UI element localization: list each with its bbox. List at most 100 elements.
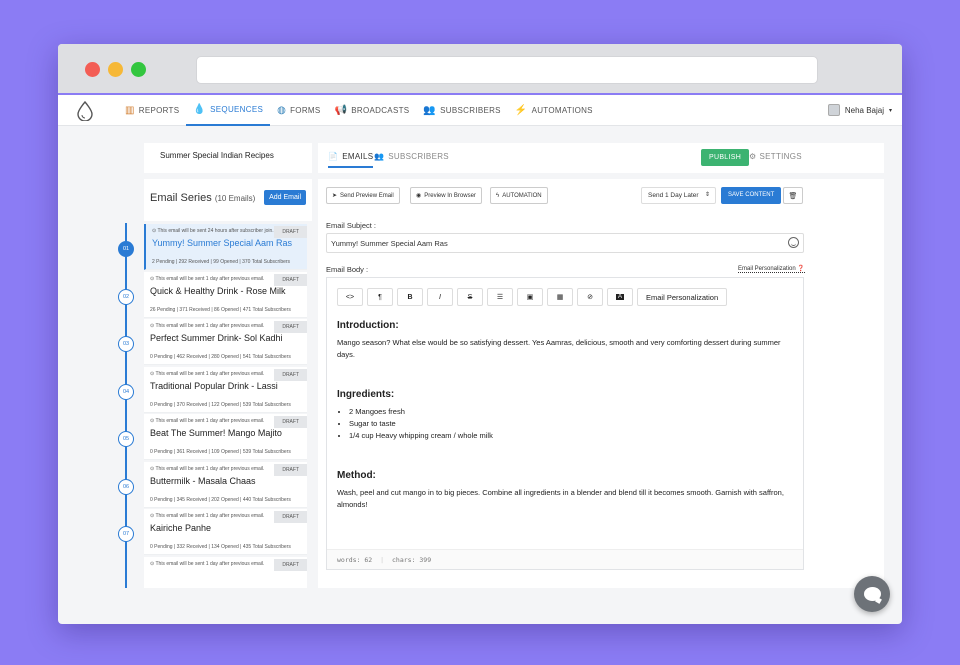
emoji-picker-icon[interactable] bbox=[788, 237, 799, 248]
email-series-panel: Email Series (10 Emails) Add Email ⊙ Thi… bbox=[118, 179, 312, 588]
schedule-note: ⊙ This email will be sent 24 hours after… bbox=[152, 228, 274, 234]
close-window-button[interactable] bbox=[85, 62, 100, 77]
settings-label: SETTINGS bbox=[759, 152, 802, 161]
send-timing-select[interactable]: Send 1 Day Later bbox=[641, 187, 716, 204]
tab-label: EMAILS bbox=[342, 152, 374, 161]
user-name: Neha Bajaj bbox=[844, 105, 884, 115]
personalization-button[interactable]: Email Personalization bbox=[637, 288, 728, 306]
gear-icon: ⚙ bbox=[749, 152, 757, 161]
italic-button[interactable]: I bbox=[427, 288, 453, 306]
email-series-item[interactable]: ⊙ This email will be sent 1 day after pr… bbox=[144, 509, 307, 555]
tab-subscribers[interactable]: 👥 SUBSCRIBERS bbox=[374, 152, 449, 161]
method-heading: Method: bbox=[337, 470, 376, 481]
publish-button[interactable]: PUBLISH bbox=[701, 149, 750, 166]
eye-icon: ◉ bbox=[416, 193, 422, 199]
nav-label: SEQUENCES bbox=[210, 105, 264, 114]
subject-input[interactable]: Yummy! Summer Special Aam Ras bbox=[326, 233, 804, 253]
nav-forms[interactable]: ◍ FORMS bbox=[270, 95, 327, 126]
browser-window: ▥ REPORTS 💧 SEQUENCES ◍ FORMS 📢 BROADCAS… bbox=[58, 44, 902, 624]
users-icon: 👥 bbox=[374, 152, 385, 161]
chat-launcher-button[interactable] bbox=[854, 576, 890, 612]
minimize-window-button[interactable] bbox=[108, 62, 123, 77]
paragraph-button[interactable]: ¶ bbox=[367, 288, 393, 306]
delete-button[interactable]: 🗑 bbox=[783, 187, 803, 204]
app-logo-icon[interactable] bbox=[76, 101, 94, 121]
link-icon: ⊘ bbox=[587, 294, 593, 301]
document-icon: 📄 bbox=[328, 152, 339, 161]
main-content: Summer Special Indian Recipes 📄 EMAILS 👥… bbox=[118, 143, 884, 588]
text-color-button[interactable]: A bbox=[607, 288, 633, 306]
send-preview-button[interactable]: ➤ Send Preview Email bbox=[326, 187, 400, 204]
intro-text: Mango season? What else would be so sati… bbox=[337, 338, 781, 359]
personalization-link-label: Email Personalization bbox=[738, 266, 796, 272]
status-badge: DRAFT bbox=[274, 226, 307, 238]
nav-sequences[interactable]: 💧 SEQUENCES bbox=[186, 95, 271, 126]
schedule-note: ⊙ This email will be sent 1 day after pr… bbox=[150, 323, 265, 329]
list-button[interactable]: ☰ bbox=[487, 288, 513, 306]
preview-browser-button[interactable]: ◉ Preview In Browser bbox=[410, 187, 482, 204]
email-stats: 0 Pending | 361 Received | 109 Opened | … bbox=[150, 449, 291, 455]
strikethrough-button[interactable]: S bbox=[457, 288, 483, 306]
email-series-item[interactable]: ⊙ This email will be sent 1 day after pr… bbox=[144, 556, 307, 588]
automation-label: AUTOMATION bbox=[502, 192, 542, 199]
address-bar[interactable] bbox=[196, 56, 818, 84]
email-series-item[interactable]: ⊙ This email will be sent 1 day after pr… bbox=[144, 366, 307, 413]
schedule-note: ⊙ This email will be sent 1 day after pr… bbox=[150, 465, 265, 472]
image-icon: ▣ bbox=[526, 294, 534, 301]
schedule-note: ⊙ This email will be sent 1 day after pr… bbox=[150, 275, 265, 282]
save-content-button[interactable]: SAVE CONTENT bbox=[721, 187, 782, 204]
subject-value: Yummy! Summer Special Aam Ras bbox=[331, 239, 448, 248]
top-navigation: ▥ REPORTS 💧 SEQUENCES ◍ FORMS 📢 BROADCAS… bbox=[58, 95, 902, 126]
nav-broadcasts[interactable]: 📢 BROADCASTS bbox=[328, 95, 417, 126]
nav-reports[interactable]: ▥ REPORTS bbox=[118, 95, 186, 126]
sequence-name: Summer Special Indian Recipes bbox=[144, 143, 312, 173]
email-personalization-link[interactable]: Email Personalization ❓ bbox=[738, 265, 805, 273]
timeline-line bbox=[125, 223, 127, 588]
timeline-step-number: 07 bbox=[118, 526, 134, 542]
nav-subscribers[interactable]: 👥 SUBSCRIBERS bbox=[416, 95, 507, 126]
bar-chart-icon: ▥ bbox=[125, 104, 135, 116]
email-series-item[interactable]: ⊙ This email will be sent 1 day after pr… bbox=[144, 414, 307, 460]
schedule-note: ⊙ This email will be sent 1 day after pr… bbox=[150, 418, 265, 424]
email-body-editor[interactable]: <> ¶ B I S ☰ ▣ ▦ ⊘ A Email Personalizati… bbox=[326, 277, 804, 570]
subject-label: Email Subject : bbox=[326, 221, 377, 230]
email-title: Perfect Summer Drink- Sol Kadhi bbox=[150, 333, 283, 343]
lightning-icon: ⚡ bbox=[514, 104, 528, 116]
tab-emails[interactable]: 📄 EMAILS bbox=[328, 152, 374, 168]
timeline-step-number: 06 bbox=[118, 478, 134, 495]
email-stats: 2 Pending | 292 Received | 99 Opened | 3… bbox=[152, 259, 291, 265]
user-menu[interactable]: Neha Bajaj ▾ bbox=[827, 104, 892, 116]
status-badge: DRAFT bbox=[274, 558, 307, 571]
email-stats: 0 Pending | 462 Received | 280 Opened | … bbox=[150, 354, 291, 360]
table-button[interactable]: ▦ bbox=[547, 288, 573, 306]
schedule-note: ⊙ This email will be sent 1 day after pr… bbox=[150, 560, 265, 567]
bold-button[interactable]: B bbox=[397, 288, 423, 306]
timeline-step-number: 02 bbox=[118, 288, 134, 305]
email-series-item[interactable]: ⊙ This email will be sent 1 day after pr… bbox=[144, 461, 307, 508]
send-icon: ➤ bbox=[332, 193, 338, 199]
status-badge: DRAFT bbox=[274, 463, 307, 476]
nav-automations[interactable]: ⚡ AUTOMATIONS bbox=[508, 95, 600, 126]
list-item: 2 Mangoes fresh bbox=[349, 406, 797, 418]
email-series-item[interactable]: ⊙ This email will be sent 24 hours after… bbox=[144, 224, 307, 270]
chat-icon bbox=[863, 587, 881, 601]
nav-label: SUBSCRIBERS bbox=[440, 106, 501, 115]
email-series-item[interactable]: ⊙ This email will be sent 1 day after pr… bbox=[144, 271, 307, 318]
email-title: Buttermilk - Masala Chaas bbox=[150, 475, 256, 486]
preview-browser-label: Preview In Browser bbox=[424, 192, 476, 199]
image-button[interactable]: ▣ bbox=[517, 288, 543, 306]
list-item: 1/4 cup Heavy whipping cream / whole mil… bbox=[349, 430, 797, 442]
sequence-tabs: 📄 EMAILS 👥 SUBSCRIBERS PUBLISH ⚙ SETTING… bbox=[318, 143, 884, 173]
tab-label: SUBSCRIBERS bbox=[388, 152, 449, 161]
email-title: Yummy! Summer Special Aam Ras bbox=[152, 238, 293, 248]
schedule-note: ⊙ This email will be sent 1 day after pr… bbox=[150, 370, 265, 377]
link-button[interactable]: ⊘ bbox=[577, 288, 603, 306]
code-view-button[interactable]: <> bbox=[337, 288, 363, 306]
maximize-window-button[interactable] bbox=[131, 62, 146, 77]
automation-button[interactable]: ϟ AUTOMATION bbox=[490, 187, 548, 204]
settings-button[interactable]: ⚙ SETTINGS bbox=[749, 152, 802, 161]
email-title: Traditional Popular Drink - Lassi bbox=[150, 380, 278, 391]
megaphone-icon: 📢 bbox=[334, 104, 348, 116]
email-series-item[interactable]: ⊙ This email will be sent 1 day after pr… bbox=[144, 319, 307, 365]
status-badge: DRAFT bbox=[274, 416, 307, 428]
